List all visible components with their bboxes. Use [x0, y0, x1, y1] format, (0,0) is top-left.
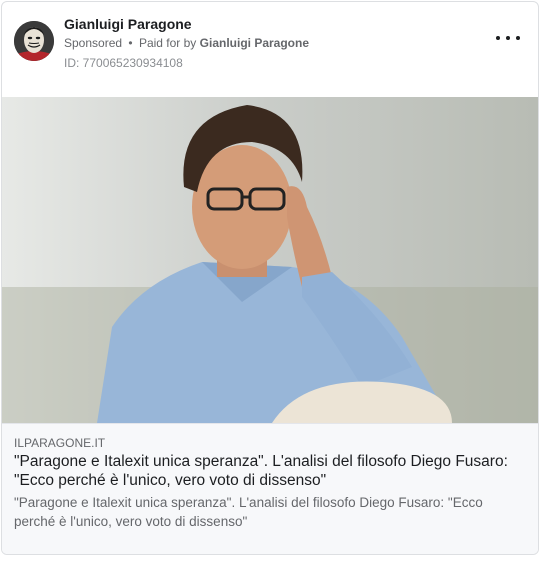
paid-for-prefix: Paid for by: [138, 36, 197, 50]
meta-separator: •: [128, 36, 133, 50]
link-description: "Paragone e Italexit unica speranza". L'…: [14, 495, 483, 529]
man-with-glasses-photo: [2, 97, 538, 423]
sponsored-label: Sponsored: [64, 36, 123, 50]
paid-for-by-name: Gianluigi Paragone: [199, 36, 310, 50]
link-preview[interactable]: ILPARAGONE.IT "Paragone e Italexit unica…: [2, 423, 538, 554]
more-options-icon[interactable]: [496, 30, 520, 46]
ad-meta-line: Sponsored • Paid for by Gianluigi Parago…: [64, 36, 309, 50]
ad-id: ID: 770065230934108: [64, 56, 183, 70]
ad-image[interactable]: [2, 97, 538, 423]
advertiser-name[interactable]: Gianluigi Paragone: [64, 16, 192, 32]
link-headline[interactable]: "Paragone e Italexit unica speranza". L'…: [14, 452, 524, 490]
link-domain: ILPARAGONE.IT: [14, 436, 106, 450]
advertiser-avatar[interactable]: [14, 21, 54, 61]
ad-card: Gianluigi Paragone Sponsored • Paid for …: [1, 1, 539, 555]
ad-header: Gianluigi Paragone Sponsored • Paid for …: [2, 2, 538, 97]
mask-avatar-icon: [14, 21, 54, 61]
